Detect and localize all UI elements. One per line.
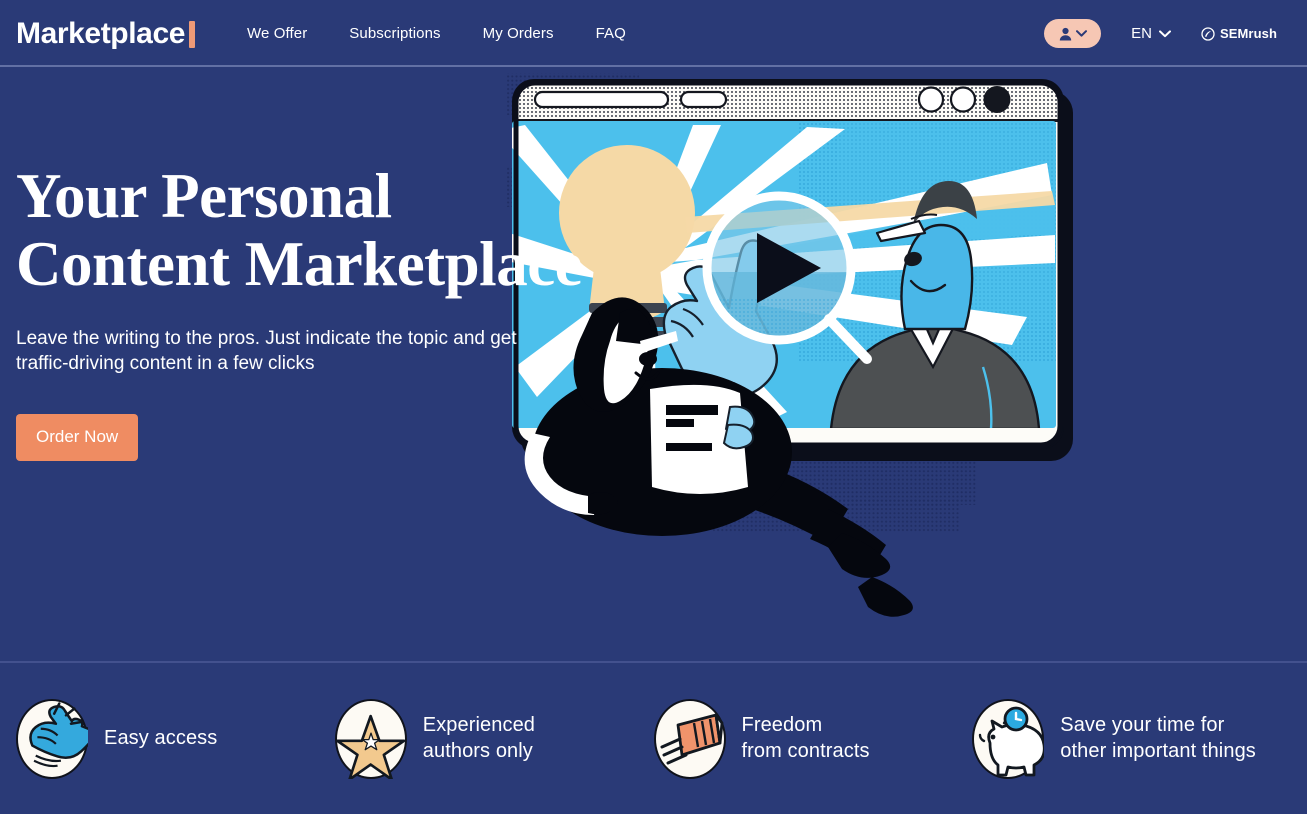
flying-contract-icon: [660, 713, 723, 764]
feature-label-line-1: Save your time for: [1060, 713, 1225, 736]
feature-freedom-from-contracts: Freedom from contracts: [653, 698, 973, 783]
hero-subtitle: Leave the writing to the pros. Just indi…: [16, 328, 517, 375]
page-root: Marketplace We Offer Subscriptions My Or…: [0, 0, 1307, 814]
header-actions: EN SEMrush: [1044, 19, 1277, 48]
hero-copy: Your Personal Content Marketplace Leave …: [16, 162, 616, 461]
feature-icon-wrap: [334, 698, 417, 783]
nav-item-we-offer[interactable]: We Offer: [247, 25, 307, 42]
chevron-down-icon: [1158, 29, 1171, 37]
feature-easy-access: Easy access: [16, 698, 335, 783]
features-bar: Easy access Experienced authors only Fre…: [0, 663, 1307, 814]
chevron-down-icon: [1075, 30, 1087, 37]
piggy-bank-clock-icon: [979, 706, 1045, 776]
account-menu-button[interactable]: [1044, 19, 1102, 48]
feature-label-line-2: other important things: [1060, 739, 1256, 762]
star-icon: [335, 714, 406, 779]
feature-save-your-time: Save your time for other important thing…: [972, 698, 1291, 783]
user-icon: [1059, 27, 1071, 40]
language-value: EN: [1131, 25, 1152, 42]
feature-icon-wrap: [16, 698, 98, 783]
feature-icon-wrap: [972, 698, 1055, 783]
logo-text: Marketplace: [16, 16, 186, 50]
feature-label-line-1: Experienced: [422, 713, 536, 736]
feature-label: Easy access: [104, 726, 217, 752]
nav-item-faq[interactable]: FAQ: [596, 25, 626, 42]
pointing-hand-icon: [29, 701, 88, 767]
semrush-label: SEMrush: [1219, 26, 1277, 41]
hero-title-line-1: Your Personal: [16, 161, 392, 231]
semrush-brand-link[interactable]: SEMrush: [1201, 26, 1277, 41]
hero-section: Your Personal Content Marketplace Leave …: [0, 67, 1307, 663]
language-selector[interactable]: EN: [1131, 25, 1171, 42]
page-title: Your Personal Content Marketplace: [16, 162, 616, 298]
nav-item-subscriptions[interactable]: Subscriptions: [349, 25, 440, 42]
feature-label-line-2: from contracts: [741, 739, 870, 762]
hero-illustration: [507, 67, 1307, 663]
feature-label-line-2: authors only: [422, 739, 533, 762]
feature-label: Save your time for other important thing…: [1060, 713, 1256, 764]
site-header: Marketplace We Offer Subscriptions My Or…: [0, 0, 1307, 67]
feature-experienced-authors: Experienced authors only: [334, 698, 654, 783]
semrush-logo-icon: [1201, 26, 1215, 41]
feature-label: Freedom from contracts: [742, 713, 870, 764]
feature-label-line-1: Freedom: [741, 713, 823, 736]
feature-label-line-1: Easy access: [104, 726, 218, 749]
order-now-button[interactable]: Order Now: [16, 413, 139, 461]
logo-accent-bar: [189, 21, 196, 48]
feature-label: Experienced authors only: [423, 713, 535, 764]
main-nav: We Offer Subscriptions My Orders FAQ: [247, 25, 626, 42]
nav-item-my-orders[interactable]: My Orders: [483, 25, 554, 42]
hero-title-line-2: Content Marketplace: [16, 229, 583, 300]
logo[interactable]: Marketplace: [16, 16, 196, 50]
feature-icon-wrap: [653, 698, 736, 783]
